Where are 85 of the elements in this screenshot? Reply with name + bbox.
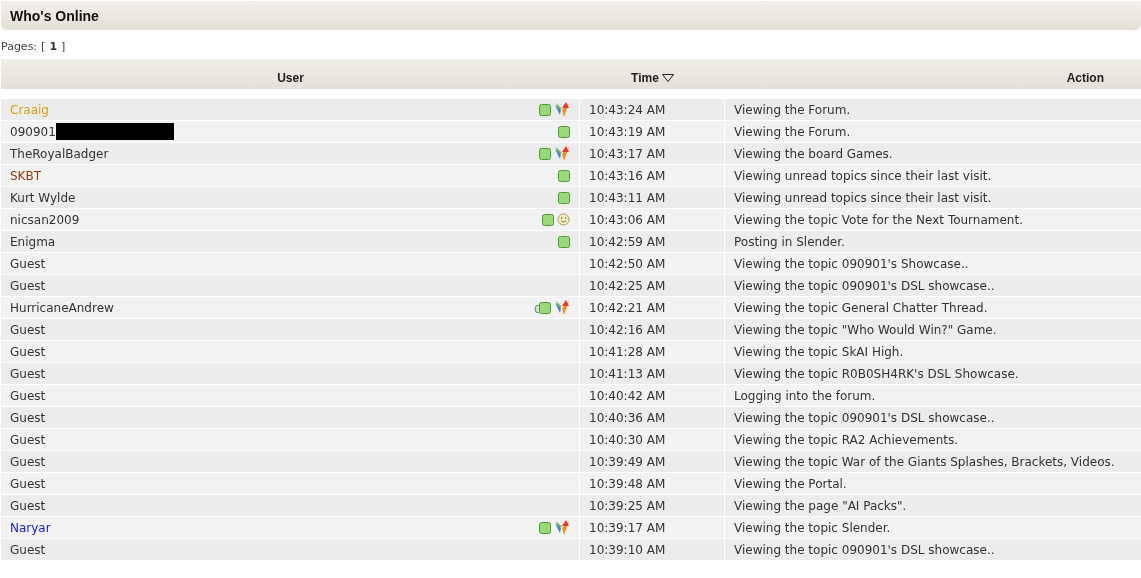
time-cell: 10:41:13 AM (580, 363, 725, 385)
member-name[interactable]: Guest (10, 366, 46, 381)
sort-arrow-icon (661, 74, 674, 82)
action-cell: Viewing the topic "Who Would Win?" Game. (725, 319, 1141, 341)
online-status-icon (558, 191, 570, 204)
time-cell: 10:43:24 AM (580, 99, 725, 121)
time-cell: 10:39:48 AM (580, 473, 725, 495)
time-cell: 10:43:06 AM (580, 209, 725, 231)
action-cell: Viewing the topic R0B0SH4RK's DSL Showcase. (725, 363, 1141, 385)
time-cell: 10:41:28 AM (580, 341, 725, 363)
member-name[interactable]: SKBT (10, 168, 42, 183)
online-status-icon (534, 301, 551, 314)
bracket: [ (41, 40, 46, 53)
time-cell: 10:42:50 AM (580, 253, 725, 275)
member-name[interactable]: TheRoyalBadger (10, 146, 109, 161)
member-name[interactable]: nicsan2009 (10, 212, 80, 227)
action-cell: Viewing unread topics since their last visit. (725, 187, 1141, 209)
bracket: ] (61, 40, 66, 53)
time-cell: 10:40:30 AM (580, 429, 725, 451)
member-name[interactable]: Guest (10, 454, 46, 469)
member-name[interactable]: Guest (10, 344, 46, 359)
action-cell: Viewing the topic Slender. (725, 517, 1141, 539)
page-title: Who's Online (10, 7, 99, 24)
time-cell: 10:43:17 AM (580, 143, 725, 165)
action-cell: Viewing the page "AI Packs". (725, 495, 1141, 517)
member-name[interactable]: HurricaneAndrew (10, 300, 114, 315)
action-cell: Viewing unread topics since their last visit. (725, 165, 1141, 187)
action-cell: Viewing the topic Vote for the Next Tournament. (725, 209, 1141, 231)
member-name[interactable]: Naryar (10, 520, 51, 535)
member-name[interactable]: Guest (10, 476, 46, 491)
time-cell: 10:43:11 AM (580, 187, 725, 209)
page-link[interactable]: 1 (49, 40, 58, 53)
member-name[interactable]: Guest (10, 322, 46, 337)
action-cell: Viewing the topic War of the Giants Splashes, Brackets, Videos. (725, 451, 1141, 473)
action-cell: Posting in Slender. (725, 231, 1141, 253)
pages-label: Pages: (1, 40, 38, 53)
butterfly-icon (554, 101, 570, 118)
smiley-icon (557, 213, 570, 226)
online-status-icon (558, 169, 570, 182)
action-cell: Viewing the Forum. (725, 99, 1141, 121)
column-header-link[interactable]: User (277, 71, 304, 85)
action-cell: Viewing the topic 090901's DSL showcase.. (725, 539, 1141, 561)
online-status-icon (539, 103, 551, 116)
action-cell: Viewing the topic RA2 Achievements. (725, 429, 1141, 451)
time-cell: 10:39:10 AM (580, 539, 725, 561)
action-cell: Viewing the topic 090901's DSL showcase.. (725, 407, 1141, 429)
member-name[interactable]: Guest (10, 388, 46, 403)
member-name[interactable]: Guest (10, 410, 46, 425)
member-name[interactable]: Guest (10, 542, 46, 557)
time-cell: 10:42:25 AM (580, 275, 725, 297)
butterfly-icon (554, 145, 570, 162)
action-cell: Viewing the board Games. (725, 143, 1141, 165)
online-status-icon (542, 213, 554, 226)
time-cell: 10:42:21 AM (580, 297, 725, 319)
action-cell: Viewing the topic 090901's DSL showcase.. (725, 275, 1141, 297)
action-cell: Viewing the topic SkAI High. (725, 341, 1141, 363)
butterfly-icon (554, 519, 570, 536)
time-cell: 10:39:49 AM (580, 451, 725, 473)
action-cell: Viewing the topic 090901's Showcase.. (725, 253, 1141, 275)
time-cell: 10:40:36 AM (580, 407, 725, 429)
time-cell: 10:43:19 AM (580, 121, 725, 143)
member-name[interactable]: Guest (10, 278, 46, 293)
time-cell: 10:42:59 AM (580, 231, 725, 253)
online-status-icon (558, 235, 570, 248)
member-name[interactable]: Guest (10, 498, 46, 513)
member-name[interactable]: Kurt Wylde (10, 190, 76, 205)
action-cell: Viewing the Portal. (725, 473, 1141, 495)
online-status-icon (539, 521, 551, 534)
column-header-link[interactable]: Time (631, 71, 674, 85)
butterfly-icon (554, 299, 570, 316)
member-name[interactable]: 090901 (10, 124, 56, 139)
time-cell: 10:39:17 AM (580, 517, 725, 539)
time-cell: 10:40:42 AM (580, 385, 725, 407)
action-cell: Logging into the forum. (725, 385, 1141, 407)
action-cell: Viewing the topic General Chatter Thread. (725, 297, 1141, 319)
online-status-icon (539, 147, 551, 160)
time-cell: 10:43:16 AM (580, 165, 725, 187)
member-name[interactable]: Guest (10, 256, 46, 271)
action-cell: Viewing the Forum. (725, 121, 1141, 143)
member-name[interactable]: Guest (10, 432, 46, 447)
column-header-link[interactable]: Action (1066, 71, 1104, 85)
member-name[interactable]: Enigma (10, 234, 56, 249)
online-status-icon (558, 125, 570, 138)
time-cell: 10:39:25 AM (580, 495, 725, 517)
time-cell: 10:42:16 AM (580, 319, 725, 341)
